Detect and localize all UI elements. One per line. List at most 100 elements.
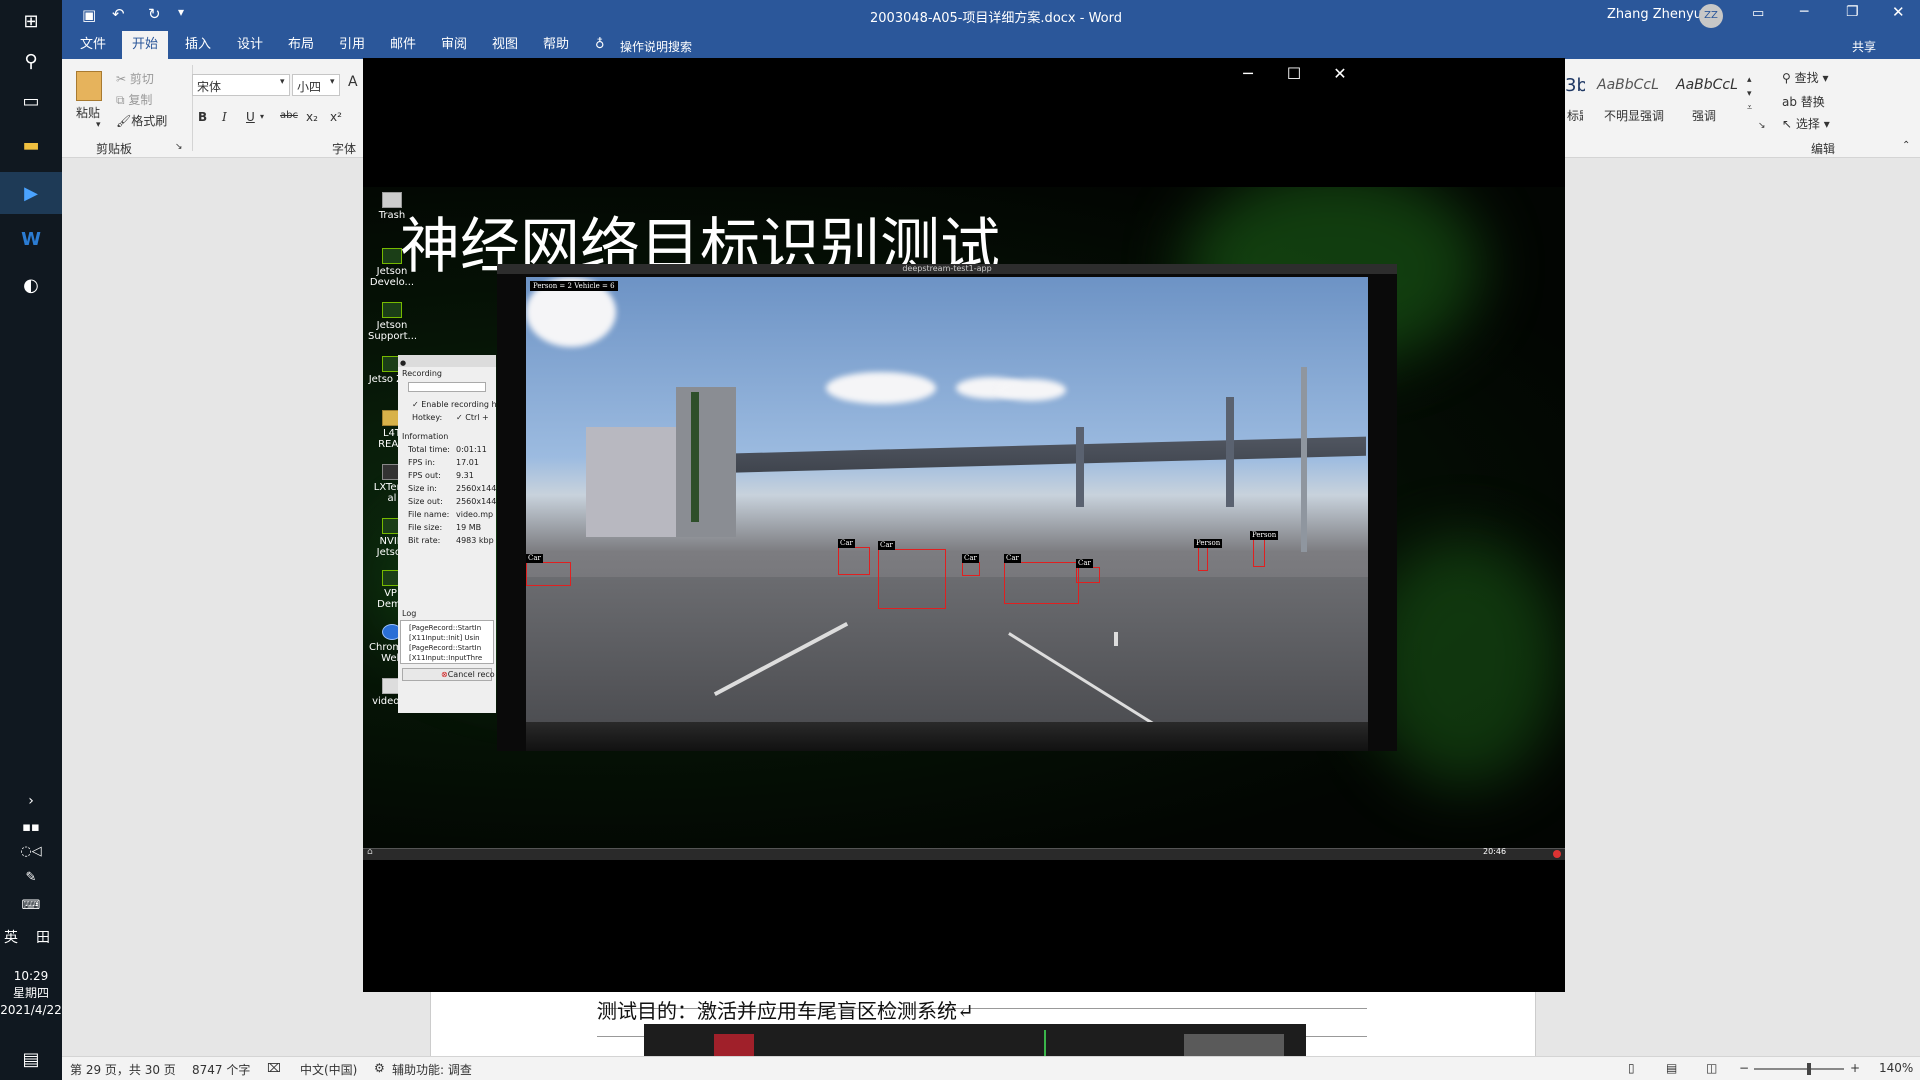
- ime-mode-icon[interactable]: 田: [0, 916, 62, 958]
- document-heading[interactable]: 测试目的：激活并应用车尾盲区检测系统↵: [597, 995, 974, 1024]
- tab-mailings[interactable]: 邮件: [380, 31, 426, 59]
- bold-button[interactable]: B: [198, 110, 207, 124]
- ribbon-display-icon[interactable]: ▭: [1752, 6, 1764, 21]
- minimize-icon[interactable]: ─: [1800, 4, 1808, 20]
- word-title-bar: ▣ ↶ ↻ ▾ 2003048-A05-项目详细方案.docx - Word Z…: [62, 0, 1920, 31]
- find-button[interactable]: ⚲ 查找 ▾: [1782, 69, 1828, 86]
- cancel-recording-button[interactable]: ⊗Cancel reco: [402, 668, 495, 681]
- find-icon: ⚲: [1782, 71, 1795, 85]
- minimize-icon[interactable]: ─: [1233, 64, 1263, 83]
- document-image[interactable]: [644, 1024, 1306, 1056]
- word-app-icon[interactable]: W: [0, 218, 62, 260]
- collapse-ribbon-icon[interactable]: ⌃: [1902, 140, 1910, 151]
- save-icon[interactable]: ▣: [82, 6, 96, 24]
- tab-file[interactable]: 文件: [70, 31, 116, 59]
- clock-time[interactable]: 10:29: [0, 968, 62, 984]
- zoom-out-icon[interactable]: −: [1739, 1061, 1749, 1075]
- strikethrough-button[interactable]: abc: [280, 110, 298, 121]
- maximize-icon[interactable]: ☐: [1279, 64, 1309, 83]
- font-size-dropdown-icon[interactable]: ▾: [330, 77, 335, 87]
- paste-dropdown-icon[interactable]: ▾: [96, 120, 101, 130]
- notification-icon[interactable]: ▤: [0, 1038, 62, 1080]
- grow-font-icon[interactable]: A: [348, 74, 358, 90]
- info-key: Size in:: [408, 484, 437, 493]
- deepstream-window[interactable]: deepstream-test1-app Car Car Car Car Car…: [497, 264, 1397, 751]
- zoom-in-icon[interactable]: +: [1850, 1061, 1860, 1075]
- customize-qat-icon[interactable]: ▾: [178, 5, 184, 19]
- desktop-icon-trash[interactable]: Trash: [368, 192, 416, 221]
- replace-button[interactable]: ab 替换: [1782, 93, 1825, 110]
- tab-references[interactable]: 引用: [329, 31, 375, 59]
- word-count[interactable]: 8747 个字: [192, 1061, 250, 1078]
- underline-button[interactable]: U: [246, 110, 255, 124]
- image-decoration: [1184, 1034, 1284, 1056]
- tab-help[interactable]: 帮助: [533, 31, 579, 59]
- style-subtle-emphasis-preview[interactable]: AaBbCcL: [1597, 77, 1659, 93]
- tell-me-search[interactable]: 操作说明搜索: [620, 38, 692, 55]
- restore-icon[interactable]: ❐: [1846, 4, 1859, 20]
- subscript-button[interactable]: x₂: [306, 110, 318, 124]
- cancel-label: Cancel reco: [447, 670, 495, 679]
- underline-dropdown-icon[interactable]: ▾: [260, 112, 264, 121]
- undo-icon[interactable]: ↶: [112, 5, 125, 23]
- tab-design[interactable]: 设计: [227, 31, 273, 59]
- proofing-icon[interactable]: ⌧: [267, 1061, 281, 1075]
- select-button[interactable]: ↖ 选择 ▾: [1782, 115, 1830, 132]
- share-button[interactable]: 共享: [1852, 38, 1876, 55]
- info-value: 17.01: [456, 458, 479, 467]
- language[interactable]: 中文(中国): [300, 1061, 357, 1078]
- format-painter-button[interactable]: 🖌格式刷: [116, 112, 167, 129]
- redo-icon[interactable]: ↻: [148, 5, 161, 23]
- avatar[interactable]: ZZ: [1699, 4, 1723, 28]
- italic-button[interactable]: I: [222, 110, 227, 124]
- start-icon[interactable]: ⊞: [0, 0, 62, 42]
- recorder-titlebar: ●: [398, 355, 496, 367]
- web-layout-icon[interactable]: ◫: [1706, 1061, 1717, 1075]
- copy-button: ⧉ 复制: [116, 91, 152, 108]
- print-layout-icon[interactable]: ▤: [1666, 1061, 1677, 1075]
- lane-line: [1114, 632, 1118, 646]
- clock-day: 星期四: [12, 986, 49, 1000]
- close-icon[interactable]: ✕: [1325, 64, 1355, 83]
- user-name[interactable]: Zhang Zhenyu: [1607, 7, 1702, 22]
- read-mode-icon[interactable]: ▯: [1628, 1061, 1635, 1075]
- tab-home[interactable]: 开始: [122, 31, 169, 59]
- enable-recording-checkbox[interactable]: ✓ Enable recording h: [398, 394, 496, 411]
- paste-icon[interactable]: [76, 71, 102, 101]
- style-heading-preview[interactable]: 3bC: [1565, 75, 1585, 96]
- palm-tree: [691, 392, 699, 522]
- log-line: [X11Input::Init] Usin: [409, 634, 480, 642]
- hotkey-value[interactable]: ✓ Ctrl +: [456, 413, 489, 422]
- close-icon[interactable]: ✕: [1892, 3, 1905, 21]
- zoom-slider[interactable]: [1754, 1068, 1844, 1070]
- media-player-icon[interactable]: ▶: [0, 172, 62, 214]
- accessibility-status[interactable]: 辅助功能: 调查: [392, 1061, 472, 1078]
- detection-box-person: [1198, 547, 1208, 571]
- font-name-input[interactable]: 宋体: [192, 74, 290, 96]
- tab-view[interactable]: 视图: [482, 31, 528, 59]
- tab-layout[interactable]: 布局: [278, 31, 324, 59]
- superscript-button[interactable]: x²: [330, 110, 342, 124]
- jetson-clock: 20:46: [1483, 847, 1507, 856]
- file-explorer-icon[interactable]: ▬: [0, 124, 62, 166]
- paste-button[interactable]: 粘贴: [76, 104, 100, 121]
- styles-scroll-icon[interactable]: ▴ ▾ ⩡: [1747, 73, 1752, 115]
- zoom-slider-thumb[interactable]: [1807, 1063, 1811, 1075]
- tab-review[interactable]: 审阅: [431, 31, 477, 59]
- clipboard-launcher-icon[interactable]: ↘: [175, 142, 183, 152]
- task-view-icon[interactable]: ▭: [0, 80, 62, 122]
- detection-label: Car: [962, 554, 979, 563]
- page-count[interactable]: 第 29 页，共 30 页: [70, 1061, 176, 1078]
- app-circle-icon[interactable]: ◐: [0, 264, 62, 306]
- deepstream-title: deepstream-test1-app: [902, 264, 992, 273]
- zoom-level[interactable]: 140%: [1879, 1061, 1913, 1075]
- styles-launcher-icon[interactable]: ↘: [1758, 121, 1766, 131]
- desktop-icon-jetson-support[interactable]: Jetson Support...: [368, 302, 417, 342]
- font-name-dropdown-icon[interactable]: ▾: [280, 77, 285, 87]
- search-icon[interactable]: ⚲: [0, 40, 62, 82]
- style-emphasis-preview[interactable]: AaBbCcL: [1676, 77, 1738, 93]
- accessibility-icon: ⚙: [374, 1061, 385, 1075]
- tab-insert[interactable]: 插入: [175, 31, 221, 59]
- info-row: Bit rate: 4983 kbp: [398, 536, 496, 549]
- desktop-icon-jetson-developer[interactable]: Jetson Develo...: [368, 248, 416, 288]
